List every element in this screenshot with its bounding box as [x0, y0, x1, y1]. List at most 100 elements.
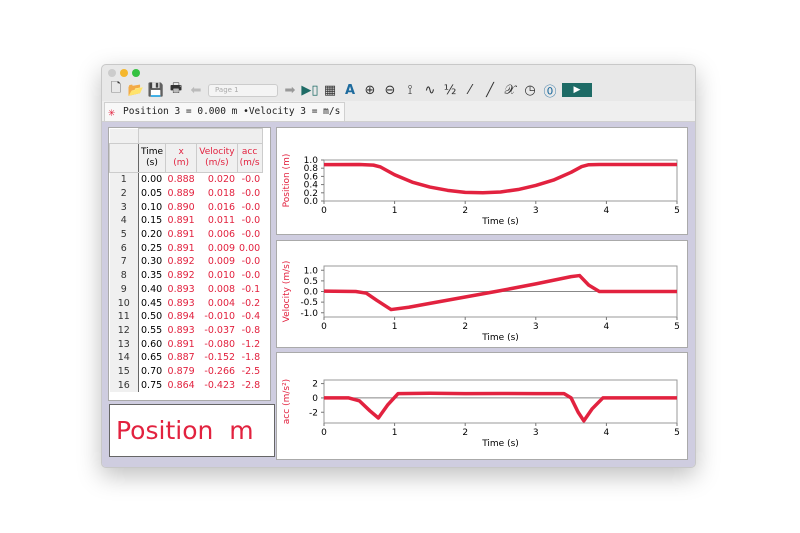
table-cell[interactable]: 0.15	[139, 214, 166, 228]
table-cell[interactable]: 0.887	[166, 351, 197, 365]
tangent-icon[interactable]: ⁄	[462, 82, 478, 98]
table-cell[interactable]: -0.0	[237, 187, 262, 201]
examine-icon[interactable]: ⟟	[402, 82, 418, 98]
table-cell[interactable]: -0.8	[237, 324, 262, 338]
table-cell[interactable]: -0.0	[237, 214, 262, 228]
calculator-icon[interactable]: ▦	[322, 82, 338, 98]
table-cell[interactable]: 0.30	[139, 255, 166, 269]
table-cell[interactable]: 0.50	[139, 310, 166, 324]
meter-readout: Position 3 = 0.000 m •Velocity 3 = m/s	[123, 106, 341, 117]
column-header[interactable]: Velocity (m/s)	[196, 143, 238, 173]
table-cell[interactable]: 0.864	[166, 378, 197, 392]
table-cell[interactable]: 0.891	[166, 214, 197, 228]
table-cell[interactable]: 0.892	[166, 269, 197, 283]
column-header[interactable]: acc (m/s	[236, 143, 263, 173]
zoom-in-icon[interactable]: ⊕	[362, 82, 378, 98]
table-cell[interactable]: -2.5	[237, 365, 262, 379]
column-header[interactable]: x (m)	[165, 143, 198, 173]
table-cell[interactable]: -0.0	[237, 255, 262, 269]
table-cell[interactable]: 0.893	[166, 324, 197, 338]
curve-fit-icon[interactable]: 𝒳	[502, 82, 518, 98]
table-cell[interactable]: 0.891	[166, 228, 197, 242]
table-cell[interactable]: 0.40	[139, 283, 166, 297]
table-cell[interactable]: 0.893	[166, 283, 197, 297]
close-button[interactable]	[108, 69, 116, 77]
table-cell[interactable]: 0.00	[139, 173, 166, 187]
minimize-button[interactable]	[120, 69, 128, 77]
table-cell[interactable]: 0.45	[139, 296, 166, 310]
save-icon[interactable]: 💾	[148, 82, 164, 98]
page-select[interactable]: Page 1	[208, 83, 278, 97]
table-cell[interactable]: 0.016	[197, 200, 237, 214]
open-file-icon[interactable]: 📂	[128, 82, 144, 98]
table-cell[interactable]: 0.018	[197, 187, 237, 201]
table-cell[interactable]: 0.55	[139, 324, 166, 338]
table-cell[interactable]: 0.25	[139, 241, 166, 255]
table-cell[interactable]: 0.009	[197, 241, 237, 255]
table-cell[interactable]: -0.0	[237, 173, 262, 187]
table-cell[interactable]: -0.010	[197, 310, 237, 324]
new-file-icon[interactable]: 🗋	[108, 81, 124, 98]
table-cell[interactable]: -0.1	[237, 283, 262, 297]
table-cell[interactable]: -0.2	[237, 296, 262, 310]
table-cell[interactable]: 0.009	[197, 255, 237, 269]
forward-arrow-icon[interactable]: ➡	[282, 82, 298, 98]
table-cell[interactable]: 0.889	[166, 187, 197, 201]
linear-fit-icon[interactable]: ╱	[482, 82, 498, 98]
stopwatch-icon[interactable]: ◷	[522, 82, 538, 98]
table-cell[interactable]: -0.423	[197, 378, 237, 392]
table-cell[interactable]: -0.0	[237, 269, 262, 283]
velocity-graph[interactable]: 0 1 2 3 4 5 -1.0 -0.5 0.0 0.5 1.0 Time (s) Velocity …	[276, 240, 688, 348]
table-cell[interactable]: -0.152	[197, 351, 237, 365]
data-browser-icon[interactable]: ▶▯	[301, 82, 318, 98]
table-cell[interactable]: 0.891	[166, 337, 197, 351]
table-cell[interactable]: -0.4	[237, 310, 262, 324]
x-tick-label: 0	[321, 322, 327, 332]
table-cell[interactable]: 0.891	[166, 241, 197, 255]
position-graph[interactable]: 0 1 2 3 4 5 0.0 0.2 0.4 0.6 0.8 1.0 Time (s) Position…	[276, 127, 688, 235]
acceleration-graph[interactable]: 0 1 2 3 4 5 -2 0 2 Time (s) acc (m/s²)	[276, 352, 688, 460]
table-cell[interactable]: -1.2	[237, 337, 262, 351]
table-cell[interactable]: 0.65	[139, 351, 166, 365]
table-cell[interactable]: 0.890	[166, 200, 197, 214]
table-cell[interactable]: -0.0	[237, 200, 262, 214]
autoscale-icon[interactable]: A	[342, 82, 358, 98]
table-cell[interactable]: 0.879	[166, 365, 197, 379]
column-unit: (m/s)	[205, 158, 229, 168]
collect-button[interactable]: ▶	[562, 83, 592, 97]
table-cell[interactable]: 0.894	[166, 310, 197, 324]
column-header[interactable]: Time (s)	[137, 143, 167, 173]
table-cell[interactable]: 0.00	[237, 241, 262, 255]
zero-icon[interactable]: ⓪	[542, 82, 558, 100]
table-cell[interactable]: 0.011	[197, 214, 237, 228]
maximize-button[interactable]	[132, 69, 140, 77]
table-cell[interactable]: 0.006	[197, 228, 237, 242]
table-cell[interactable]: 0.05	[139, 187, 166, 201]
table-cell[interactable]: 0.010	[197, 269, 237, 283]
zoom-out-icon[interactable]: ⊖	[382, 82, 398, 98]
table-cell[interactable]: 0.20	[139, 228, 166, 242]
integral-icon[interactable]: ½	[442, 82, 458, 98]
table-cell[interactable]: 0.70	[139, 365, 166, 379]
table-cell[interactable]: 0.004	[197, 296, 237, 310]
table-cell[interactable]: 0.020	[197, 173, 237, 187]
table-cell[interactable]: -0.080	[197, 337, 237, 351]
print-icon[interactable]: 🖶	[168, 81, 184, 98]
table-cell[interactable]: -0.0	[237, 228, 262, 242]
table-cell[interactable]: 0.10	[139, 200, 166, 214]
table-cell[interactable]: 0.75	[139, 378, 166, 392]
table-cell[interactable]: -0.037	[197, 324, 237, 338]
back-arrow-icon[interactable]: ⬅	[188, 82, 204, 98]
table-cell[interactable]: 0.888	[166, 173, 197, 187]
table-cell[interactable]: -1.8	[237, 351, 262, 365]
table-cell[interactable]: 0.892	[166, 255, 197, 269]
meter-tab[interactable]: ✳ Position 3 = 0.000 m •Velocity 3 = m/s	[104, 102, 346, 122]
interpolate-icon[interactable]: ∿	[422, 82, 438, 98]
table-cell[interactable]: 0.893	[166, 296, 197, 310]
table-cell[interactable]: 0.60	[139, 337, 166, 351]
table-cell[interactable]: 0.008	[197, 283, 237, 297]
table-cell[interactable]: -0.266	[197, 365, 237, 379]
data-table[interactable]: Time (s) x (m) Velocity (m/s) acc (m/s 1 0.00 0.8…	[108, 127, 271, 401]
table-cell[interactable]: 0.35	[139, 269, 166, 283]
table-cell[interactable]: -2.8	[237, 378, 262, 392]
